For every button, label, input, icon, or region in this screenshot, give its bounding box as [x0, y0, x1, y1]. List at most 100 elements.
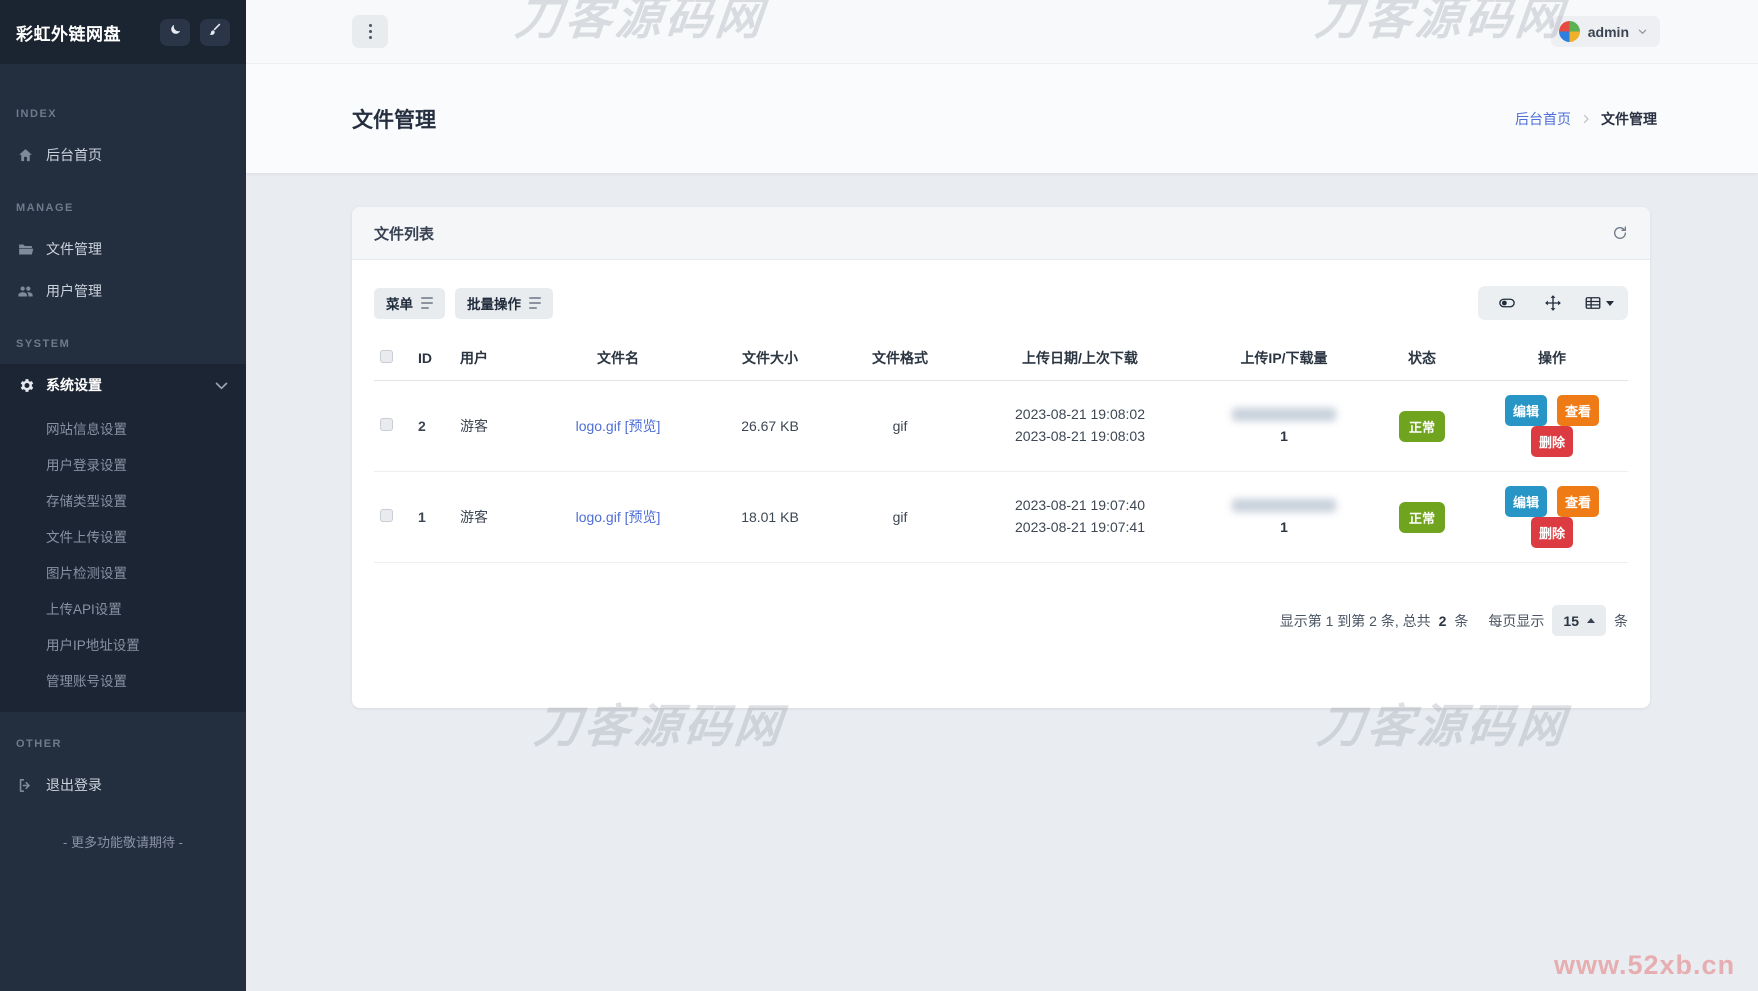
- table-header-row: ID 用户 文件名 文件大小 文件格式 上传日期/上次下载 上传IP/下载量 状…: [374, 336, 1628, 381]
- per-page-unit: 条: [1614, 612, 1628, 629]
- sidebar-item-dashboard[interactable]: 后台首页: [0, 134, 246, 176]
- submenu-item-upload[interactable]: 文件上传设置: [0, 518, 246, 554]
- sidebar-item-logout[interactable]: 退出登录: [0, 764, 246, 806]
- file-link[interactable]: logo.gif: [576, 418, 621, 434]
- cell-format: gif: [840, 471, 960, 563]
- theme-brush-button[interactable]: [200, 18, 230, 46]
- edit-button[interactable]: 编辑: [1505, 486, 1548, 517]
- caret-down-icon: [1606, 300, 1614, 306]
- row-checkbox[interactable]: [380, 418, 393, 431]
- view-button[interactable]: 查看: [1556, 486, 1599, 517]
- header-format: 文件格式: [840, 336, 960, 381]
- sidebar-item-users[interactable]: 用户管理: [0, 270, 246, 312]
- chevron-down-icon: [1637, 26, 1648, 37]
- row-checkbox[interactable]: [380, 509, 393, 522]
- header-status: 状态: [1368, 336, 1476, 381]
- cell-user: 游客: [454, 380, 536, 472]
- preview-link[interactable]: [预览]: [625, 418, 661, 434]
- menu-button-label: 菜单: [386, 297, 413, 312]
- kebab-menu-button[interactable]: [352, 15, 388, 48]
- sidebar-item-label: 系统设置: [46, 377, 102, 393]
- submenu-item-upload-api[interactable]: 上传API设置: [0, 590, 246, 626]
- pagination: 显示第 1 到第 2 条, 总共 2 条 每页显示 15 条: [374, 605, 1628, 708]
- last-download-date: 2023-08-21 19:08:03: [1015, 428, 1145, 444]
- cell-id: 1: [412, 471, 454, 563]
- edit-button[interactable]: 编辑: [1505, 395, 1548, 426]
- menu-button[interactable]: 菜单: [374, 287, 445, 319]
- submenu-item-site-info[interactable]: 网站信息设置: [0, 410, 246, 446]
- sidebar-footer-note: - 更多功能敬请期待 -: [63, 835, 183, 850]
- cell-filesize: 18.01 KB: [700, 471, 840, 563]
- sidebar-item-files[interactable]: 文件管理: [0, 228, 246, 270]
- file-list-card: 文件列表 菜单 批量操作 ID 用户 文件名 文件大小 文件格式 上传日期/上次…: [352, 207, 1650, 708]
- per-page-label: 每页显示: [1488, 612, 1545, 629]
- sidebar-item-label: 文件管理: [46, 241, 102, 257]
- page-header: 文件管理 后台首页 文件管理: [246, 64, 1758, 173]
- header-id: ID: [412, 336, 454, 381]
- batch-actions-button[interactable]: 批量操作: [455, 287, 553, 319]
- table-row: 1 游客 logo.gif [预览] 18.01 KB gif 2023-08-…: [374, 471, 1628, 563]
- sidebar-header: 彩虹外链网盘: [0, 0, 246, 64]
- app-window: 彩虹外链网盘 INDEX 后台首页 MANAGE 文件管理 用户管理 SYSTE…: [0, 0, 1758, 991]
- cell-id: 2: [412, 380, 454, 472]
- submenu-item-admin-account[interactable]: 管理账号设置: [0, 662, 246, 698]
- content-area: 文件列表 菜单 批量操作 ID 用户 文件名 文件大小 文件格式 上传日期/上次…: [246, 173, 1758, 991]
- brush-icon: [209, 23, 222, 41]
- avatar: [1558, 21, 1580, 42]
- upload-date: 2023-08-21 19:07:40: [1015, 497, 1145, 514]
- cell-dates: 2023-08-21 19:08:02 2023-08-21 19:08:03: [960, 380, 1200, 472]
- submenu-item-user-ip[interactable]: 用户IP地址设置: [0, 626, 246, 662]
- toggle-view-button[interactable]: [1484, 286, 1530, 320]
- chevron-down-icon: [213, 377, 230, 394]
- cell-user: 游客: [454, 471, 536, 563]
- pagination-unit: 条: [1454, 612, 1469, 629]
- last-download-date: 2023-08-21 19:07:41: [1015, 519, 1145, 535]
- users-icon: [16, 282, 34, 300]
- sidebar-item-label: 用户管理: [46, 283, 102, 299]
- file-link[interactable]: logo.gif: [576, 509, 621, 525]
- header-dates: 上传日期/上次下载: [960, 336, 1200, 381]
- refresh-icon[interactable]: [1612, 225, 1628, 241]
- table-toolbar: 菜单 批量操作: [374, 286, 1628, 320]
- settings-submenu: 网站信息设置 用户登录设置 存储类型设置 文件上传设置 图片检测设置 上传API…: [0, 406, 246, 712]
- section-label-system: SYSTEM: [16, 338, 71, 350]
- sidebar-item-settings[interactable]: 系统设置: [0, 364, 246, 406]
- status-badge: 正常: [1398, 501, 1445, 533]
- delete-button[interactable]: 删除: [1530, 426, 1573, 457]
- move-columns-button[interactable]: [1530, 286, 1576, 320]
- delete-button[interactable]: 删除: [1530, 517, 1573, 548]
- dark-mode-button[interactable]: [160, 18, 190, 46]
- page-size-select[interactable]: 15: [1552, 605, 1606, 636]
- submenu-item-storage-type[interactable]: 存储类型设置: [0, 482, 246, 518]
- table-view-controls: [1478, 286, 1628, 320]
- select-all-checkbox[interactable]: [380, 350, 393, 363]
- view-button[interactable]: 查看: [1556, 395, 1599, 426]
- files-table: ID 用户 文件名 文件大小 文件格式 上传日期/上次下载 上传IP/下载量 状…: [374, 336, 1628, 563]
- sidebar-item-label: 退出登录: [46, 777, 102, 793]
- header-filename: 文件名: [536, 336, 700, 381]
- blurred-ip: [1232, 408, 1336, 421]
- section-label-manage: MANAGE: [16, 202, 74, 214]
- columns-dropdown-button[interactable]: [1576, 286, 1622, 320]
- card-header: 文件列表: [352, 207, 1650, 260]
- user-menu-button[interactable]: admin: [1550, 16, 1660, 47]
- preview-link[interactable]: [预览]: [625, 509, 661, 525]
- sidebar-nav: INDEX 后台首页 MANAGE 文件管理 用户管理 SYSTEM 系统设置 …: [0, 64, 246, 991]
- upload-date: 2023-08-21 19:08:02: [1015, 406, 1145, 423]
- main-area: admin 文件管理 后台首页 文件管理 文件列表 菜单 批量操作 ID 用户 …: [246, 0, 1758, 991]
- breadcrumb-home-link[interactable]: 后台首页: [1515, 109, 1571, 129]
- submenu-item-user-login[interactable]: 用户登录设置: [0, 446, 246, 482]
- home-icon: [16, 146, 34, 164]
- logout-icon: [16, 776, 34, 794]
- header-filesize: 文件大小: [700, 336, 840, 381]
- section-label-other: OTHER: [16, 738, 62, 750]
- submenu-item-image-check[interactable]: 图片检测设置: [0, 554, 246, 590]
- chevron-right-icon: [1580, 113, 1592, 125]
- caret-up-icon: [1587, 618, 1595, 623]
- header-actions: 操作: [1476, 336, 1628, 381]
- cell-format: gif: [840, 380, 960, 472]
- align-lines-icon: [529, 297, 541, 309]
- cell-ip-downloads: 1: [1200, 471, 1368, 563]
- card-title: 文件列表: [374, 225, 435, 243]
- pagination-total: 2: [1438, 612, 1447, 629]
